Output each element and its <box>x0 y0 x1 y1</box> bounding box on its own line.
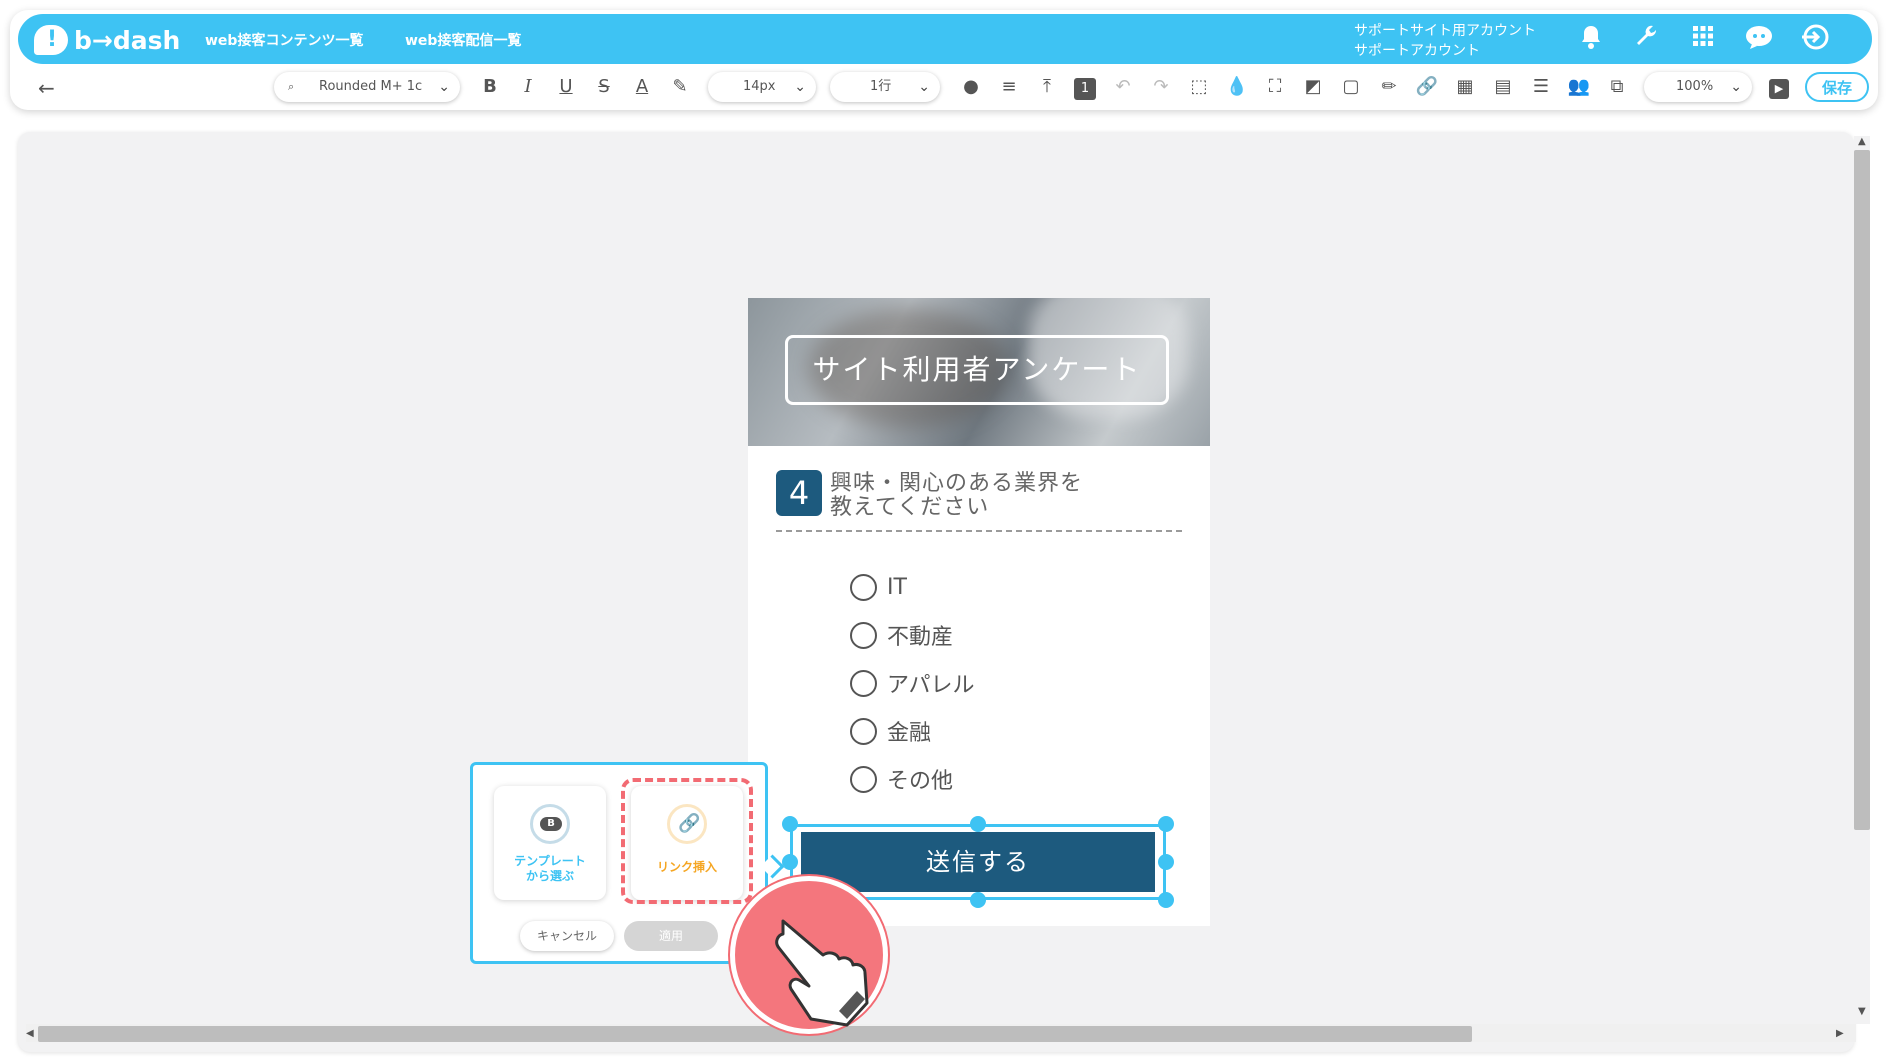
highlight-frame <box>621 778 753 904</box>
chevron-down-icon: ⌄ <box>438 79 450 95</box>
account-info[interactable]: サポートサイト用アカウント サポートアカウント <box>1354 21 1536 61</box>
fullscreen-icon[interactable]: ⛶ <box>1262 74 1288 100</box>
shapes-icon[interactable]: ◩ <box>1300 74 1326 100</box>
font-size-value: 14px <box>743 79 776 94</box>
account-site-name: サポートサイト用アカウント <box>1354 23 1536 39</box>
resize-handle-top-right[interactable] <box>1158 816 1174 832</box>
zoom-value: 100% <box>1676 79 1714 94</box>
scroll-right-icon[interactable]: ▶ <box>1836 1028 1844 1039</box>
template-icon: B <box>530 804 570 844</box>
option-label: 不動産 <box>887 625 954 650</box>
scroll-left-icon[interactable]: ◀ <box>26 1028 34 1039</box>
template-select-card[interactable]: B テンプレート から選ぶ <box>494 786 606 900</box>
highlight-icon[interactable]: ✎ <box>667 74 693 100</box>
zoom-select[interactable]: 100% ⌄ <box>1644 72 1752 102</box>
underline-icon[interactable]: U <box>553 74 579 100</box>
chat-bot-icon[interactable] <box>1744 24 1774 54</box>
table-icon[interactable]: ▤ <box>1490 74 1516 100</box>
undo-icon[interactable]: ↶ <box>1110 74 1136 100</box>
bell-icon[interactable] <box>1576 24 1606 54</box>
wrench-icon[interactable] <box>1632 24 1662 54</box>
radio-icon[interactable] <box>850 621 877 649</box>
line-height-select[interactable]: 1行 ⌄ <box>830 72 940 102</box>
align-text-icon[interactable]: ≡ <box>996 74 1022 100</box>
calendar-icon[interactable]: ▦ <box>1452 74 1478 100</box>
font-family-select[interactable]: ⌕ Rounded M+ 1c ⌄ <box>274 72 460 102</box>
radio-icon[interactable] <box>850 573 877 601</box>
question-line-2: 教えてください <box>830 495 990 520</box>
account-name: サポートアカウント <box>1354 43 1480 59</box>
chevron-down-icon: ⌄ <box>1730 79 1742 95</box>
option-finance[interactable]: 金融 <box>850 715 931 747</box>
resize-handle-top-left[interactable] <box>782 816 798 832</box>
radio-icon[interactable] <box>850 765 877 793</box>
radio-icon[interactable] <box>850 717 877 745</box>
template-label-line-2: から選ぶ <box>525 869 574 883</box>
vertical-scroll-thumb[interactable] <box>1854 150 1870 830</box>
survey-title[interactable]: サイト利用者アンケート <box>785 335 1169 405</box>
italic-icon[interactable]: I <box>515 74 541 100</box>
option-real-estate[interactable]: 不動産 <box>850 619 953 651</box>
chevron-down-icon: ⌄ <box>918 79 930 95</box>
database-icon[interactable]: ☰ <box>1528 74 1554 100</box>
palette-icon[interactable]: ● <box>958 74 984 100</box>
template-label-line-1: テンプレート <box>514 854 586 868</box>
logout-icon[interactable] <box>1800 24 1830 54</box>
question-text[interactable]: 興味・関心のある業界を 教えてください <box>830 472 1083 520</box>
cancel-button[interactable]: キャンセル <box>520 921 614 951</box>
bdash-logo[interactable]: b→dash <box>34 20 180 60</box>
option-label: 金融 <box>887 721 932 746</box>
text-color-icon[interactable]: A <box>629 74 655 100</box>
nav-web-delivery-list[interactable]: web接客配信一覧 <box>405 30 521 50</box>
option-label: その他 <box>887 769 954 794</box>
radio-icon[interactable] <box>850 669 877 697</box>
users-icon[interactable]: 👥 <box>1566 74 1592 100</box>
text-frame-icon[interactable]: ⬚ <box>1186 74 1212 100</box>
line-height-value: 1行 <box>870 79 892 94</box>
question-line-1: 興味・関心のある業界を <box>830 471 1084 496</box>
logo-text: b→dash <box>74 25 181 55</box>
resize-handle-left[interactable] <box>782 854 798 870</box>
font-family-value: Rounded M+ 1c <box>319 79 423 94</box>
save-button[interactable]: 保存 <box>1805 72 1869 102</box>
resize-handle-bottom-right[interactable] <box>1158 892 1174 908</box>
resize-handle-top[interactable] <box>970 816 986 832</box>
apply-button[interactable]: 適用 <box>624 921 718 951</box>
layer-order-icon[interactable]: 1 <box>1072 74 1098 100</box>
fill-drop-icon[interactable]: 💧 <box>1224 74 1250 100</box>
align-top-icon[interactable]: ⤒ <box>1034 74 1060 100</box>
question-number: 4 <box>776 470 822 516</box>
layer-badge: 1 <box>1074 78 1096 100</box>
logo-bubble-icon <box>34 25 68 55</box>
apps-grid-icon[interactable] <box>1688 24 1718 54</box>
back-arrow-icon[interactable]: ← <box>38 76 55 100</box>
resize-handle-bottom[interactable] <box>970 892 986 908</box>
bold-icon[interactable]: B <box>477 74 503 100</box>
template-badge: B <box>540 817 562 831</box>
nav-web-content-list[interactable]: web接客コンテンツ一覧 <box>205 30 363 50</box>
pen-icon[interactable]: ✏ <box>1376 74 1402 100</box>
preview-play-icon[interactable]: ▶ <box>1766 74 1792 100</box>
resize-handle-right[interactable] <box>1158 854 1174 870</box>
question-divider <box>776 530 1182 532</box>
scroll-down-icon[interactable]: ▼ <box>1858 1006 1866 1017</box>
option-it[interactable]: IT <box>850 571 907 603</box>
chevron-down-icon: ⌄ <box>794 79 806 95</box>
option-other[interactable]: その他 <box>850 763 953 795</box>
font-size-select[interactable]: 14px ⌄ <box>708 72 816 102</box>
search-icon: ⌕ <box>288 80 295 93</box>
redo-icon[interactable]: ↷ <box>1148 74 1174 100</box>
layers-icon[interactable]: ⧉ <box>1604 74 1630 100</box>
tap-hand-icon <box>730 876 888 1034</box>
scroll-up-icon[interactable]: ▲ <box>1858 136 1866 147</box>
strikethrough-icon[interactable]: S <box>591 74 617 100</box>
border-box-icon[interactable]: ▢ <box>1338 74 1364 100</box>
link-icon[interactable]: 🔗 <box>1414 74 1440 100</box>
option-label: IT <box>887 574 907 600</box>
option-label: アパレル <box>887 673 975 698</box>
option-apparel[interactable]: アパレル <box>850 667 975 699</box>
template-label: テンプレート から選ぶ <box>494 854 606 884</box>
